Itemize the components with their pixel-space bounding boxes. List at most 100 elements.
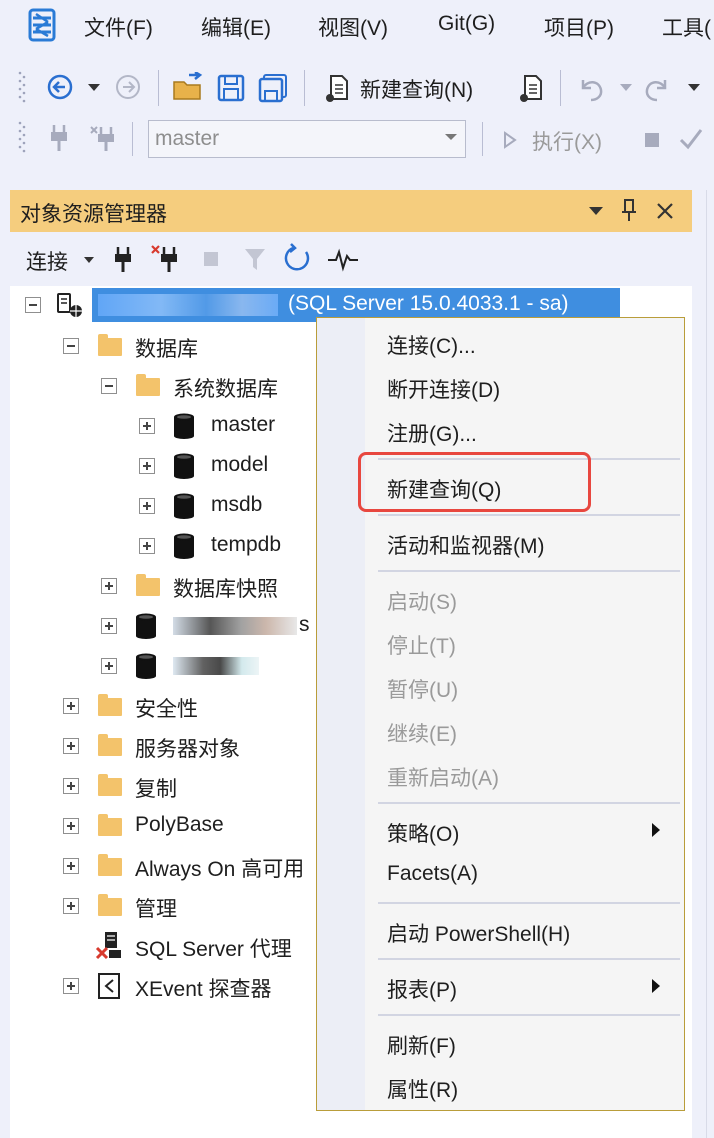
menu-item-start[interactable]: 启动(S) bbox=[387, 586, 457, 616]
database-selector[interactable]: master bbox=[148, 120, 466, 158]
folder-icon bbox=[136, 574, 160, 596]
folder-icon bbox=[98, 694, 122, 716]
tree-node-model[interactable]: model bbox=[211, 453, 268, 477]
database-icon bbox=[173, 413, 195, 439]
connect-dropdown-button[interactable]: 连接 bbox=[26, 246, 68, 276]
menu-item-activity-monitor[interactable]: 活动和监视器(M) bbox=[387, 530, 544, 560]
tree-node-tempdb[interactable]: tempdb bbox=[211, 533, 281, 557]
database-icon bbox=[173, 493, 195, 519]
tree-node-always-on[interactable]: Always On 高可用 bbox=[135, 853, 304, 883]
expand-toggle[interactable] bbox=[139, 538, 155, 554]
expand-toggle[interactable] bbox=[63, 978, 79, 994]
tree-node-server-objects[interactable]: 服务器对象 bbox=[135, 733, 240, 763]
tree-node-sql-agent[interactable]: SQL Server 代理 bbox=[135, 933, 292, 963]
expand-toggle[interactable] bbox=[63, 818, 79, 834]
stop-icon[interactable] bbox=[640, 126, 664, 154]
menu-git[interactable]: Git(G) bbox=[438, 12, 495, 36]
collapse-toggle[interactable] bbox=[63, 338, 79, 354]
menu-view[interactable]: 视图(V) bbox=[318, 12, 388, 42]
expand-toggle[interactable] bbox=[63, 898, 79, 914]
close-icon[interactable] bbox=[652, 198, 678, 224]
ssms-logo-icon[interactable] bbox=[28, 8, 60, 42]
toolbar-grip-icon[interactable] bbox=[18, 70, 26, 104]
menu-item-resume[interactable]: 继续(E) bbox=[387, 718, 457, 748]
menu-item-stop[interactable]: 停止(T) bbox=[387, 630, 456, 660]
toolbar-grip-icon[interactable] bbox=[18, 120, 26, 154]
expand-toggle[interactable] bbox=[139, 418, 155, 434]
new-query-icon[interactable] bbox=[320, 72, 354, 104]
change-connection-icon[interactable] bbox=[86, 122, 122, 154]
expand-toggle[interactable] bbox=[63, 698, 79, 714]
tree-node-replication[interactable]: 复制 bbox=[135, 773, 177, 803]
tree-node-xevent-profiler[interactable]: XEvent 探查器 bbox=[135, 973, 272, 1003]
menu-item-connect[interactable]: 连接(C)... bbox=[387, 330, 476, 360]
connect-plug-icon[interactable] bbox=[44, 122, 74, 154]
execute-play-icon[interactable] bbox=[498, 126, 522, 154]
object-explorer-title-bar[interactable]: 对象资源管理器 bbox=[10, 190, 692, 232]
new-query-db-icon[interactable] bbox=[514, 72, 548, 104]
expand-toggle[interactable] bbox=[63, 738, 79, 754]
disconnect-icon[interactable] bbox=[148, 242, 184, 274]
menu-item-reports[interactable]: 报表(P) bbox=[387, 974, 457, 1004]
menu-tools[interactable]: 工具( bbox=[662, 12, 711, 42]
redo-dropdown-icon[interactable] bbox=[684, 76, 704, 100]
server-context-menu bbox=[316, 317, 685, 1111]
panel-menu-dropdown-icon[interactable] bbox=[586, 200, 606, 222]
dock-margin bbox=[692, 190, 714, 1138]
activity-monitor-icon[interactable] bbox=[326, 244, 360, 274]
stop-icon[interactable] bbox=[200, 248, 222, 270]
menu-edit[interactable]: 编辑(E) bbox=[201, 12, 271, 42]
pin-icon[interactable] bbox=[618, 196, 640, 224]
tree-node-polybase[interactable]: PolyBase bbox=[135, 813, 224, 837]
collapse-toggle[interactable] bbox=[101, 378, 117, 394]
chevron-down-icon[interactable] bbox=[445, 134, 457, 140]
expand-toggle[interactable] bbox=[63, 858, 79, 874]
tree-node-databases[interactable]: 数据库 bbox=[135, 333, 198, 363]
tree-node-management[interactable]: 管理 bbox=[135, 893, 177, 923]
undo-icon[interactable] bbox=[572, 72, 608, 104]
menu-item-properties[interactable]: 属性(R) bbox=[387, 1074, 458, 1104]
redo-icon[interactable] bbox=[640, 72, 676, 104]
menu-item-facets[interactable]: Facets(A) bbox=[387, 862, 478, 886]
expand-toggle[interactable] bbox=[101, 618, 117, 634]
new-query-button[interactable]: 新建查询(N) bbox=[360, 74, 473, 104]
collapse-toggle[interactable] bbox=[25, 297, 41, 313]
tree-node-database-snapshots[interactable]: 数据库快照 bbox=[173, 573, 278, 603]
menu-item-disconnect[interactable]: 断开连接(D) bbox=[387, 374, 500, 404]
panel-title: 对象资源管理器 bbox=[20, 203, 167, 226]
expand-toggle[interactable] bbox=[63, 778, 79, 794]
tree-node-user-database[interactable]: s bbox=[299, 613, 310, 637]
redacted-database-name bbox=[173, 617, 297, 635]
forward-icon[interactable] bbox=[112, 72, 144, 102]
save-all-icon[interactable] bbox=[256, 72, 290, 104]
expand-toggle[interactable] bbox=[101, 658, 117, 674]
tree-node-msdb[interactable]: msdb bbox=[211, 493, 262, 517]
execute-button[interactable]: 执行(X) bbox=[532, 126, 602, 156]
menu-item-start-powershell[interactable]: 启动 PowerShell(H) bbox=[387, 918, 570, 948]
menu-item-register[interactable]: 注册(G)... bbox=[387, 418, 477, 448]
back-dropdown-icon[interactable] bbox=[84, 76, 104, 100]
menu-file[interactable]: 文件(F) bbox=[84, 12, 153, 42]
expand-toggle[interactable] bbox=[101, 578, 117, 594]
menu-project[interactable]: 项目(P) bbox=[544, 12, 614, 42]
menu-item-refresh[interactable]: 刷新(F) bbox=[387, 1030, 456, 1060]
connect-plug-icon[interactable] bbox=[110, 244, 136, 274]
menu-item-policies[interactable]: 策略(O) bbox=[387, 818, 459, 848]
menu-item-restart[interactable]: 重新启动(A) bbox=[387, 762, 499, 792]
dock-divider[interactable] bbox=[706, 190, 707, 1138]
save-icon[interactable] bbox=[214, 72, 248, 104]
tree-node-master[interactable]: master bbox=[211, 413, 275, 437]
expand-toggle[interactable] bbox=[139, 458, 155, 474]
refresh-icon[interactable] bbox=[280, 242, 314, 276]
xevent-profiler-icon bbox=[96, 971, 122, 1001]
tree-node-system-databases[interactable]: 系统数据库 bbox=[173, 373, 278, 403]
connect-dropdown-icon[interactable] bbox=[82, 254, 96, 266]
menu-item-pause[interactable]: 暂停(U) bbox=[387, 674, 458, 704]
parse-check-icon[interactable] bbox=[676, 124, 706, 154]
expand-toggle[interactable] bbox=[139, 498, 155, 514]
undo-dropdown-icon[interactable] bbox=[616, 76, 636, 100]
open-folder-icon[interactable] bbox=[170, 70, 206, 104]
filter-icon[interactable] bbox=[242, 244, 268, 274]
tree-node-security[interactable]: 安全性 bbox=[135, 693, 198, 723]
back-icon[interactable] bbox=[44, 72, 76, 102]
